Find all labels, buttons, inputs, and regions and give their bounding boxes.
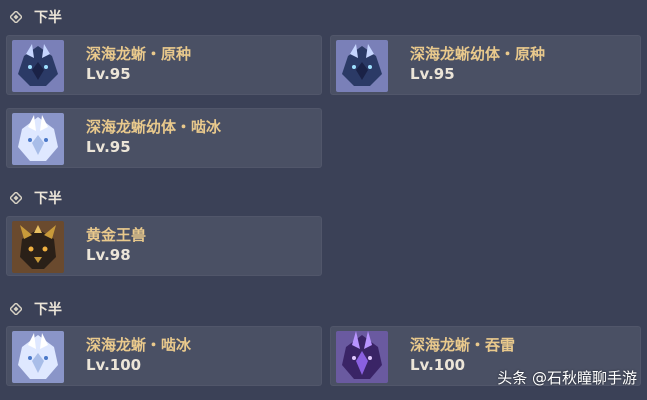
monster-level: Lv.100	[86, 356, 142, 374]
monster-level: Lv.98	[86, 246, 131, 264]
monster-level: Lv.95	[86, 65, 131, 83]
section-header: 下半	[0, 183, 647, 213]
monster-card[interactable]: 黄金王兽 Lv.98	[6, 216, 322, 276]
golden-wolflord-portrait	[12, 221, 64, 273]
monster-name: 深海龙蜥・啮冰	[86, 336, 192, 354]
monster-name: 深海龙蜥幼体・啮冰	[86, 118, 222, 136]
monster-name: 黄金王兽	[86, 226, 147, 244]
monster-card[interactable]: 深海龙蜥・原种 Lv.95	[6, 35, 322, 95]
monster-name: 深海龙蜥・原种	[86, 45, 192, 63]
section-title: 下半	[34, 10, 62, 26]
monster-card[interactable]: 深海龙蜥・啮冰 Lv.100	[6, 326, 322, 386]
vishap-electro-portrait	[336, 331, 388, 383]
section-title: 下半	[34, 191, 62, 207]
monster-card[interactable]: 深海龙蜥幼体・原种 Lv.95	[330, 35, 641, 95]
monster-name: 深海龙蜥・吞雷	[410, 336, 516, 354]
watermark: 头条 @石秋瞳聊手游	[497, 369, 637, 387]
section-title: 下半	[34, 302, 62, 318]
vishap-primordial-portrait	[12, 40, 64, 92]
section-header: 下半	[0, 294, 647, 324]
vishap-cryo-portrait	[12, 113, 64, 165]
monster-level: Lv.95	[410, 65, 455, 83]
monster-level: Lv.100	[410, 356, 466, 374]
diamond-icon	[10, 303, 22, 315]
section-header: 下半	[0, 2, 647, 32]
diamond-icon	[10, 192, 22, 204]
monster-name: 深海龙蜥幼体・原种	[410, 45, 546, 63]
diamond-icon	[10, 11, 22, 23]
vishap-primordial-portrait	[336, 40, 388, 92]
monster-card[interactable]: 深海龙蜥幼体・啮冰 Lv.95	[6, 108, 322, 168]
monster-level: Lv.95	[86, 138, 131, 156]
vishap-cryo-portrait	[12, 331, 64, 383]
